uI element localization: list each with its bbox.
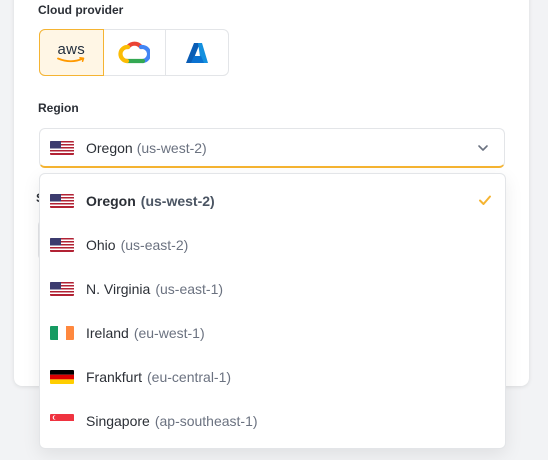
- us-flag-icon: [50, 282, 74, 296]
- us-flag-icon: [50, 140, 74, 155]
- region-option-code: (us-east-1): [155, 281, 224, 297]
- region-select[interactable]: Oregon (us-west-2): [39, 128, 505, 168]
- region-label: Region: [38, 101, 79, 115]
- aws-logo-icon: aws: [57, 42, 85, 64]
- ireland-flag-icon: [50, 326, 74, 340]
- selected-region-code: (us-west-2): [136, 139, 207, 156]
- germany-flag-icon: [50, 370, 74, 384]
- chevron-down-icon: [478, 145, 488, 151]
- region-option-name: Oregon: [86, 193, 136, 209]
- region-dropdown-menu: Oregon (us-west-2) Ohio (us-east-2) N. V…: [39, 173, 506, 449]
- region-option-name: Ohio: [86, 237, 116, 253]
- region-option-code: (ap-southeast-1): [154, 413, 258, 429]
- provider-azure-button[interactable]: [165, 30, 228, 75]
- region-option-name: Frankfurt: [86, 369, 143, 385]
- region-option-code: (us-west-2): [140, 193, 215, 209]
- region-option-oregon[interactable]: Oregon (us-west-2): [40, 179, 505, 223]
- region-option-frankfurt[interactable]: Frankfurt (eu-central-1): [40, 355, 505, 399]
- google-cloud-icon: [118, 41, 151, 63]
- singapore-flag-icon: [50, 414, 74, 428]
- selected-region-name: Oregon: [86, 139, 133, 156]
- cloud-provider-selector: aws: [39, 29, 229, 76]
- region-option-name: Ireland: [86, 325, 129, 341]
- region-option-ohio[interactable]: Ohio (us-east-2): [40, 223, 505, 267]
- region-option-ireland[interactable]: Ireland (eu-west-1): [40, 311, 505, 355]
- checkmark-icon: [479, 195, 491, 205]
- region-option-singapore[interactable]: Singapore (ap-southeast-1): [40, 399, 505, 443]
- region-option-code: (us-east-2): [120, 237, 189, 253]
- us-flag-icon: [50, 238, 74, 252]
- provider-aws-button[interactable]: aws: [39, 29, 104, 76]
- provider-google-cloud-button[interactable]: [102, 30, 166, 75]
- region-option-name: Singapore: [86, 413, 150, 429]
- azure-icon: [186, 42, 209, 63]
- region-option-n-virginia[interactable]: N. Virginia (us-east-1): [40, 267, 505, 311]
- region-option-name: N. Virginia: [86, 281, 151, 297]
- region-option-code: (eu-central-1): [147, 369, 232, 385]
- region-option-code: (eu-west-1): [133, 325, 205, 341]
- cloud-provider-label: Cloud provider: [38, 3, 124, 17]
- us-flag-icon: [50, 194, 74, 208]
